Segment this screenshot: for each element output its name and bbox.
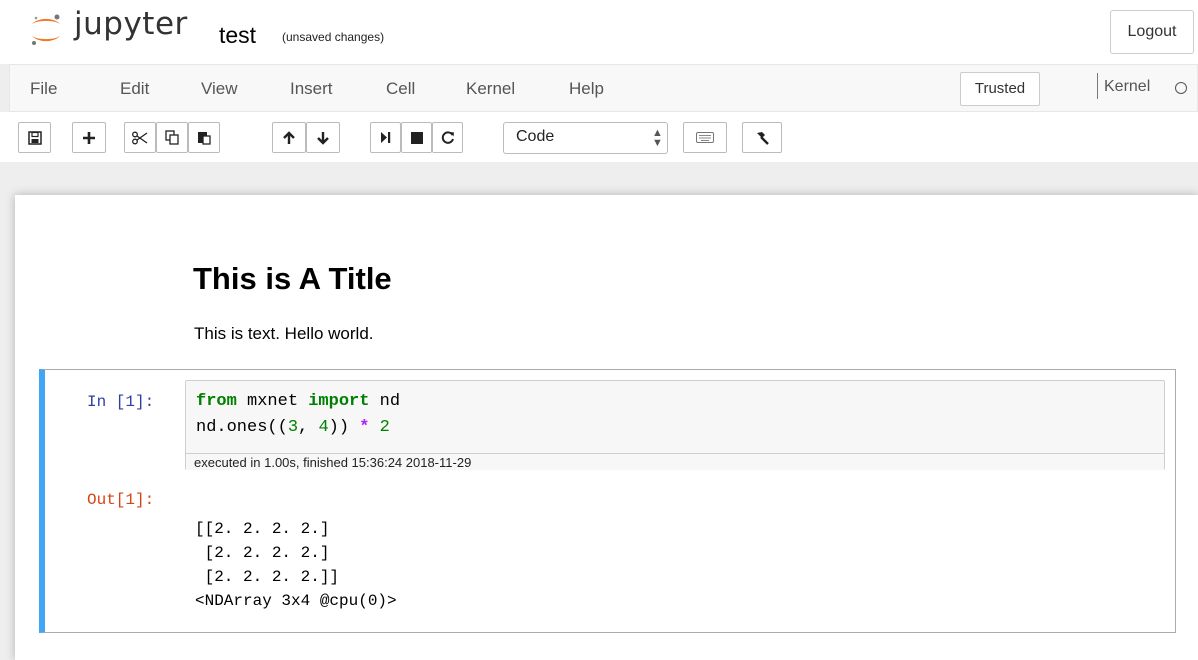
- number-literal: 2: [379, 418, 390, 437]
- kernel-idle-icon: [1175, 82, 1187, 94]
- copy-icon: [164, 130, 179, 145]
- keyword: from: [196, 392, 237, 411]
- import-name: nd: [369, 392, 401, 411]
- run-icon: [380, 132, 390, 143]
- toolbar: Code ▲ ▼: [0, 112, 1198, 162]
- code-line: from mxnet import nd: [196, 392, 400, 411]
- restart-icon: [441, 130, 454, 144]
- move-down-button[interactable]: [306, 122, 340, 153]
- header: jupyter test (unsaved changes) Logout: [0, 0, 1198, 64]
- kernel-divider: [1097, 73, 1098, 99]
- menu-cell[interactable]: Cell: [386, 79, 415, 99]
- notebook-page: This is A Title This is text. Hello worl…: [15, 195, 1198, 660]
- menu-insert[interactable]: Insert: [290, 79, 333, 99]
- cell-type-select[interactable]: Code ▲ ▼: [503, 122, 668, 154]
- arrow-up-icon: [283, 130, 295, 144]
- notebook-name[interactable]: test: [219, 22, 256, 49]
- menu-kernel[interactable]: Kernel: [466, 79, 515, 99]
- paste-button[interactable]: [188, 122, 220, 153]
- execution-time-bar: executed in 1.00s, finished 15:36:24 201…: [186, 453, 1164, 470]
- trusted-indicator[interactable]: Trusted: [960, 72, 1040, 106]
- code-cell[interactable]: In [1]: from mxnet import nd nd.ones((3,…: [39, 369, 1176, 633]
- code-text: )): [328, 418, 360, 437]
- stop-icon: [410, 131, 423, 144]
- autosave-status: (unsaved changes): [282, 30, 385, 44]
- move-up-button[interactable]: [272, 122, 306, 153]
- notebook-container: This is A Title This is text. Hello worl…: [0, 162, 1198, 660]
- nbextensions-button[interactable]: [742, 122, 782, 153]
- output-line: <NDArray 3x4 @cpu(0)>: [195, 592, 397, 610]
- save-icon: [27, 130, 42, 145]
- arrow-down-icon: [317, 131, 329, 145]
- module-name: mxnet: [236, 392, 309, 411]
- code-text: nd.ones((: [196, 418, 288, 437]
- cell-type-value: Code: [516, 128, 555, 145]
- command-palette-button[interactable]: [683, 122, 727, 153]
- code-editor[interactable]: from mxnet import nd nd.ones((3, 4)) * 2…: [185, 380, 1165, 470]
- restart-button[interactable]: [432, 122, 463, 153]
- jupyter-logo-icon[interactable]: [28, 12, 64, 48]
- paste-icon: [197, 132, 211, 145]
- keyboard-icon: [696, 132, 714, 143]
- code-text: ,: [298, 418, 319, 437]
- output-line: [2. 2. 2. 2.]: [195, 544, 330, 562]
- menu-file[interactable]: File: [30, 79, 57, 99]
- save-button[interactable]: [18, 122, 51, 153]
- logout-button[interactable]: Logout: [1110, 10, 1194, 54]
- select-arrows-icon: ▲ ▼: [652, 127, 663, 149]
- brand-wordmark[interactable]: jupyter: [74, 6, 188, 42]
- operator: *: [359, 418, 370, 437]
- output-line: [2. 2. 2. 2.]]: [195, 568, 340, 586]
- menu-view[interactable]: View: [201, 79, 238, 99]
- run-button[interactable]: [370, 122, 401, 153]
- keyword: import: [308, 392, 370, 411]
- number-literal: 4: [318, 418, 329, 437]
- code-line: nd.ones((3, 4)) * 2: [196, 418, 390, 437]
- copy-button[interactable]: [156, 122, 188, 153]
- cut-button[interactable]: [124, 122, 156, 153]
- scissors-icon: [132, 131, 148, 144]
- menubar: File Edit View Insert Cell Kernel Help T…: [9, 64, 1198, 112]
- menu-help[interactable]: Help: [569, 79, 604, 99]
- input-prompt: In [1]:: [87, 393, 155, 411]
- markdown-title: This is A Title: [193, 261, 392, 296]
- interrupt-button[interactable]: [401, 122, 432, 153]
- execution-time-text: executed in 1.00s, finished 15:36:24 201…: [194, 455, 472, 470]
- hammer-icon: [757, 131, 769, 145]
- menu-edit[interactable]: Edit: [120, 79, 149, 99]
- kernel-name[interactable]: Kernel: [1104, 78, 1150, 96]
- output-line: [[2. 2. 2. 2.]: [195, 520, 330, 538]
- insert-cell-button[interactable]: [72, 122, 106, 153]
- number-literal: 3: [287, 418, 299, 437]
- markdown-text: This is text. Hello world.: [194, 324, 374, 343]
- output-prompt: Out[1]:: [87, 491, 155, 509]
- plus-icon: [83, 131, 95, 144]
